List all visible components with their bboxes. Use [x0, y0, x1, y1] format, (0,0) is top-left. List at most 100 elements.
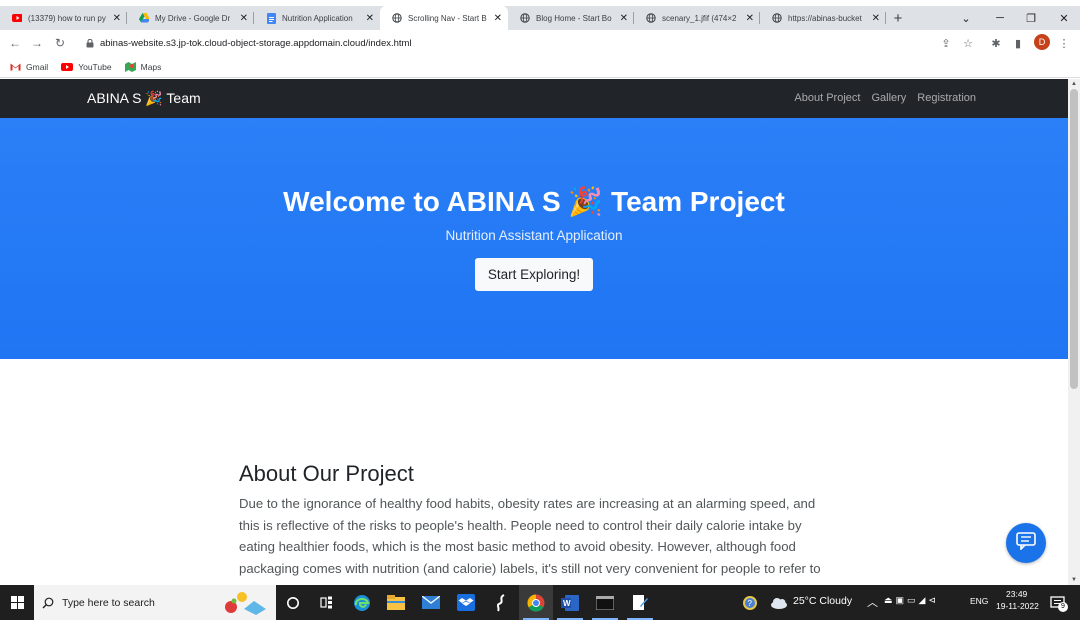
cortana-circle-icon[interactable]	[276, 585, 310, 620]
site-brand[interactable]: ABINA S 🎉 Team	[87, 90, 201, 107]
edge-browser-icon[interactable]	[345, 585, 379, 620]
profile-avatar[interactable]: D	[1034, 34, 1050, 50]
reload-icon[interactable]: ↻	[51, 34, 69, 52]
weather-text[interactable]: 25°C Cloudy	[793, 595, 852, 607]
forward-arrow-icon[interactable]: →	[28, 34, 46, 52]
tab-title: Scrolling Nav - Start B	[408, 13, 487, 23]
about-heading: About Our Project	[239, 461, 414, 486]
site-nav-links: About Project Gallery Registration	[794, 92, 976, 104]
task-view-icon[interactable]	[310, 585, 344, 620]
cloudy-weather-icon	[767, 585, 791, 620]
bookmark-label: YouTube	[78, 61, 112, 72]
tab-search-chevron-icon[interactable]: ⌄	[950, 6, 982, 30]
tab-title: Blog Home - Start Bo	[536, 13, 612, 23]
close-icon[interactable]: ✕	[872, 13, 880, 24]
bookmark-star-icon[interactable]: ☆	[960, 35, 976, 51]
bookmarks-bar: Gmail YouTube Maps	[0, 56, 1080, 78]
google-docs-icon	[266, 12, 276, 24]
close-icon[interactable]: ✕	[746, 13, 754, 24]
svg-text:W: W	[563, 599, 571, 608]
notification-count-badge: 9	[1058, 602, 1068, 612]
nav-link-about-project[interactable]: About Project	[794, 92, 860, 104]
tab-title: Nutrition Application	[282, 13, 353, 23]
close-window-icon[interactable]: ✕	[1048, 6, 1080, 30]
about-body-text: Due to the ignorance of healthy food hab…	[239, 496, 821, 576]
start-exploring-button[interactable]: Start Exploring!	[475, 258, 593, 291]
page-scrollbar[interactable]: ▲ ▼	[1068, 79, 1080, 585]
search-highlight-illustration-icon	[222, 589, 270, 618]
restore-icon[interactable]: ❐	[1015, 6, 1047, 30]
search-placeholder: Type here to search	[62, 596, 155, 609]
word-icon[interactable]: W	[553, 585, 587, 620]
close-icon[interactable]: ✕	[240, 13, 248, 24]
tab-abinas-bucket[interactable]: https://abinas-bucket ✕	[760, 6, 886, 30]
maps-icon	[124, 61, 136, 72]
bookmark-label: Gmail	[26, 61, 49, 72]
tab-google-drive[interactable]: My Drive - Google Dr ✕	[127, 6, 254, 30]
url-text: abinas-website.s3.jp-tok.cloud-object-st…	[100, 37, 412, 49]
svg-text:?: ?	[748, 599, 753, 608]
tab-nutrition-doc[interactable]: Nutrition Application ✕	[254, 6, 380, 30]
tab-youtube[interactable]: (13379) how to run py ✕	[0, 6, 127, 30]
close-icon[interactable]: ✕	[494, 13, 502, 24]
search-icon	[42, 597, 54, 609]
globe-icon	[646, 13, 656, 23]
url-input[interactable]: abinas-website.s3.jp-tok.cloud-object-st…	[76, 33, 986, 53]
google-drive-icon	[139, 13, 149, 23]
file-explorer-icon[interactable]	[379, 585, 413, 620]
lock-icon	[86, 38, 94, 48]
tray-system-icons[interactable]: ⏏▣▭◢⊲	[884, 595, 939, 606]
anaconda-snake-icon[interactable]	[484, 585, 518, 620]
windows-taskbar: Type here to search W ? 25°C Cloudy ︿ ⏏▣…	[0, 585, 1080, 620]
globe-icon	[772, 13, 782, 23]
scroll-up-icon[interactable]: ▲	[1068, 79, 1080, 89]
hero-section: Welcome to ABINA S 🎉 Team Project Nutrit…	[0, 118, 1068, 359]
hero-title: Welcome to ABINA S 🎉 Team Project	[283, 186, 785, 217]
close-icon[interactable]: ✕	[620, 13, 628, 24]
site-navbar: ABINA S 🎉 Team About Project Gallery Reg…	[0, 79, 1068, 118]
back-arrow-icon[interactable]: ←	[6, 34, 24, 52]
tab-scenary-image[interactable]: scenary_1.jfif (474×2 ✕	[634, 6, 760, 30]
scroll-down-icon[interactable]: ▼	[1068, 575, 1080, 585]
mail-icon[interactable]	[414, 585, 448, 620]
gmail-icon	[10, 62, 21, 71]
youtube-icon	[12, 13, 22, 23]
nav-link-registration[interactable]: Registration	[917, 92, 976, 104]
chat-bubble-icon	[1016, 531, 1036, 555]
command-prompt-icon[interactable]	[588, 585, 622, 620]
chat-button[interactable]	[1006, 523, 1046, 563]
youtube-icon	[61, 62, 74, 71]
extensions-puzzle-icon[interactable]: ✱	[988, 35, 1004, 51]
dropbox-icon[interactable]	[449, 585, 483, 620]
close-icon[interactable]: ✕	[113, 13, 121, 24]
chrome-icon[interactable]	[519, 585, 553, 620]
bookmark-youtube[interactable]: YouTube	[61, 61, 112, 72]
taskbar-search-box[interactable]: Type here to search	[34, 585, 276, 620]
side-panel-icon[interactable]: ▮	[1010, 35, 1026, 51]
tab-title: (13379) how to run py	[28, 13, 106, 23]
hero-subtitle: Nutrition Assistant Application	[445, 228, 623, 243]
tab-blog-home[interactable]: Blog Home - Start Bo ✕	[508, 6, 634, 30]
tray-chevron-up-icon[interactable]: ︿	[867, 594, 878, 610]
bookmark-gmail[interactable]: Gmail	[10, 62, 48, 72]
globe-icon	[392, 13, 402, 23]
menu-kebab-icon[interactable]: ⋮	[1056, 35, 1072, 51]
close-icon[interactable]: ✕	[366, 13, 374, 24]
minimize-icon[interactable]: ─	[984, 6, 1016, 30]
clock-date[interactable]: 19-11-2022	[996, 601, 1039, 611]
bookmark-maps[interactable]: Maps	[124, 61, 162, 72]
windows-start-icon[interactable]	[0, 585, 34, 620]
web-page: ABINA S 🎉 Team About Project Gallery Reg…	[0, 79, 1068, 585]
clock-time[interactable]: 23:49	[1006, 589, 1027, 599]
helper-globe-icon[interactable]: ?	[739, 585, 761, 620]
share-icon[interactable]: ⇪	[938, 35, 954, 51]
tab-title: https://abinas-bucket	[788, 13, 862, 23]
scrollbar-thumb[interactable]	[1070, 89, 1078, 389]
tab-scrolling-nav[interactable]: Scrolling Nav - Start B ✕	[380, 6, 508, 30]
new-tab-plus-icon[interactable]: +	[886, 6, 910, 30]
bookmark-label: Maps	[140, 61, 162, 72]
language-indicator[interactable]: ENG	[970, 596, 988, 606]
notepad-edit-icon[interactable]	[623, 585, 657, 620]
tab-title: My Drive - Google Dr	[155, 13, 231, 23]
nav-link-gallery[interactable]: Gallery	[871, 92, 906, 104]
